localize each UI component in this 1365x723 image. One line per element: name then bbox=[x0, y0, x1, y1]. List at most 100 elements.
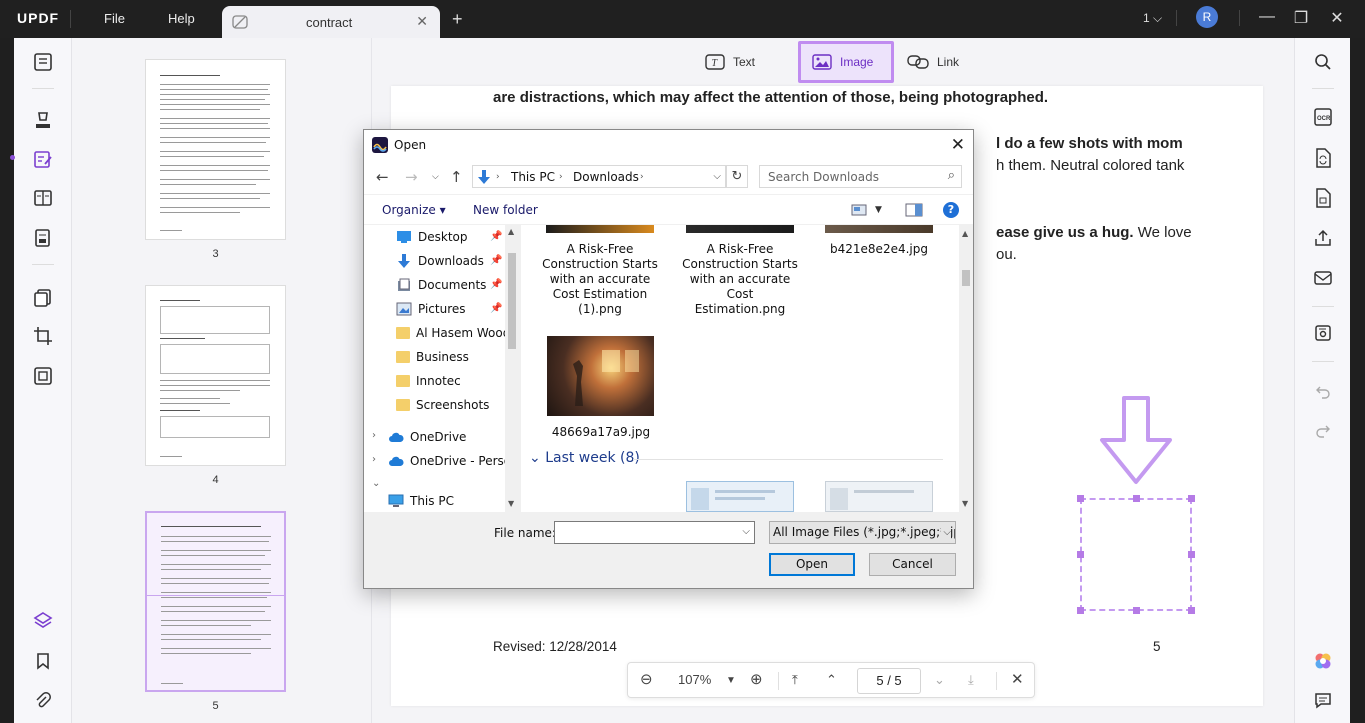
restore-icon[interactable]: ❐ bbox=[1291, 8, 1311, 28]
organize-pages-icon[interactable] bbox=[29, 184, 57, 212]
bookmark-icon[interactable] bbox=[29, 647, 57, 675]
nav-scrollbar[interactable]: ▲ ▼ bbox=[505, 225, 519, 512]
resize-handle[interactable] bbox=[1077, 551, 1084, 558]
resize-handle[interactable] bbox=[1188, 495, 1195, 502]
avatar[interactable]: R bbox=[1196, 6, 1218, 28]
file-item[interactable]: 48669a17a9.jpg bbox=[541, 425, 661, 440]
nav-item-documents[interactable]: Documents bbox=[396, 274, 486, 296]
document-tab[interactable]: contract ✕ bbox=[222, 6, 440, 38]
zoom-level[interactable]: 107% bbox=[678, 672, 711, 687]
nav-item-onedrive-personal[interactable]: OneDrive - Persor bbox=[388, 450, 516, 472]
zoom-in-icon[interactable]: ⊕ bbox=[750, 670, 763, 688]
view-options-icon[interactable] bbox=[851, 204, 867, 216]
group-header-last-week[interactable]: ⌄ Last week (8) bbox=[529, 450, 640, 466]
ocr-icon[interactable]: OCR bbox=[1311, 105, 1335, 129]
save-icon[interactable] bbox=[1311, 321, 1335, 345]
expand-chevron-icon[interactable]: › bbox=[372, 430, 376, 441]
first-page-icon[interactable]: ⤒ bbox=[792, 672, 798, 688]
page-thumbnail-5[interactable] bbox=[145, 511, 286, 692]
minimize-icon[interactable]: — bbox=[1257, 8, 1277, 26]
nav-item-folder[interactable]: Screenshots bbox=[396, 394, 489, 416]
chat-icon[interactable] bbox=[1311, 688, 1335, 712]
expand-chevron-icon[interactable]: › bbox=[372, 454, 376, 465]
page-tools-icon[interactable] bbox=[29, 284, 57, 312]
forward-icon[interactable]: → bbox=[405, 168, 418, 186]
resize-handle[interactable] bbox=[1077, 607, 1084, 614]
open-button[interactable]: Open bbox=[769, 553, 855, 576]
file-thumbnail[interactable] bbox=[546, 225, 654, 233]
breadcrumb-downloads[interactable]: Downloads bbox=[573, 170, 639, 184]
page-thumbnail-3[interactable] bbox=[145, 59, 286, 240]
page-thumbnail-4[interactable] bbox=[145, 285, 286, 466]
reader-mode-icon[interactable] bbox=[29, 48, 57, 76]
help-icon[interactable]: ? bbox=[943, 202, 959, 218]
zoom-dropdown-icon[interactable]: ▼ bbox=[726, 675, 736, 686]
last-page-icon[interactable]: ⤓ bbox=[968, 672, 974, 688]
protect-icon[interactable] bbox=[1311, 186, 1335, 210]
add-text-button[interactable]: T Text bbox=[705, 49, 755, 75]
file-list-scrollbar-thumb[interactable] bbox=[962, 270, 970, 286]
search-icon[interactable] bbox=[1311, 50, 1335, 74]
nav-item-pictures[interactable]: Pictures bbox=[396, 298, 466, 320]
address-bar[interactable]: › This PC › Downloads › ⌵ bbox=[472, 165, 726, 188]
view-dropdown-icon[interactable]: ▼ bbox=[875, 205, 882, 215]
resize-handle[interactable] bbox=[1188, 607, 1195, 614]
edit-pdf-icon[interactable] bbox=[29, 145, 57, 173]
undo-icon[interactable] bbox=[1311, 380, 1335, 404]
nav-item-desktop[interactable]: Desktop bbox=[396, 226, 468, 248]
recent-locations-icon[interactable]: ⌵ bbox=[432, 172, 439, 182]
address-dropdown-icon[interactable]: ⌵ bbox=[713, 171, 721, 182]
window-close-icon[interactable]: ✕ bbox=[1327, 8, 1347, 28]
back-icon[interactable]: ← bbox=[376, 168, 389, 186]
file-thumbnail[interactable] bbox=[547, 336, 654, 416]
collapse-chevron-icon[interactable]: ⌄ bbox=[372, 478, 380, 489]
previous-page-icon[interactable]: ⌃ bbox=[826, 672, 837, 688]
tab-close-icon[interactable]: ✕ bbox=[416, 13, 428, 30]
nav-item-onedrive[interactable]: OneDrive bbox=[388, 426, 466, 448]
zoom-out-icon[interactable]: ⊖ bbox=[640, 670, 653, 688]
nav-item-folder[interactable]: Al Hasem Wood bbox=[396, 322, 510, 344]
resize-handle[interactable] bbox=[1133, 495, 1140, 502]
file-thumbnail[interactable] bbox=[686, 225, 794, 233]
nav-item-folder[interactable]: Business bbox=[396, 346, 469, 368]
file-type-select[interactable]: All Image Files (*.jpg;*.jpeg;*.jp ⌵ bbox=[769, 521, 956, 544]
attachment-icon[interactable] bbox=[29, 687, 57, 715]
cancel-button[interactable]: Cancel bbox=[869, 553, 956, 576]
watermark-icon[interactable] bbox=[29, 362, 57, 390]
share-icon[interactable] bbox=[1311, 226, 1335, 250]
resize-handle[interactable] bbox=[1077, 495, 1084, 502]
nav-item-this-pc[interactable]: This PC bbox=[388, 490, 454, 512]
file-item[interactable]: A Risk-Free Construction Starts with an … bbox=[540, 242, 660, 317]
form-icon[interactable] bbox=[29, 224, 57, 252]
add-image-button[interactable]: Image bbox=[812, 49, 873, 75]
ai-assistant-icon[interactable] bbox=[1311, 649, 1335, 673]
file-item[interactable]: A Risk-Free Construction Starts with an … bbox=[680, 242, 800, 317]
window-count[interactable]: 1 ⌵ bbox=[1143, 11, 1162, 26]
file-list-scrollbar[interactable]: ▲ ▼ bbox=[959, 225, 973, 512]
search-downloads-input[interactable]: Search Downloads ⌕ bbox=[759, 165, 962, 188]
comment-highlighter-icon[interactable] bbox=[29, 106, 57, 134]
page-input[interactable]: 5 / 5 bbox=[857, 668, 921, 694]
resize-handle[interactable] bbox=[1188, 551, 1195, 558]
new-tab-icon[interactable]: + bbox=[452, 9, 463, 30]
new-folder-button[interactable]: New folder bbox=[473, 203, 538, 217]
file-thumbnail[interactable] bbox=[686, 481, 794, 512]
nav-item-downloads[interactable]: Downloads bbox=[396, 250, 484, 272]
resize-handle[interactable] bbox=[1133, 607, 1140, 614]
email-icon[interactable] bbox=[1311, 266, 1335, 290]
file-thumbnail[interactable] bbox=[825, 481, 933, 512]
organize-button[interactable]: Organize ▾ bbox=[382, 203, 446, 217]
menu-file[interactable]: File bbox=[104, 11, 125, 26]
preview-pane-icon[interactable] bbox=[905, 203, 923, 217]
layers-icon[interactable] bbox=[29, 606, 57, 634]
redo-icon[interactable] bbox=[1311, 419, 1335, 443]
menu-help[interactable]: Help bbox=[168, 11, 195, 26]
close-bar-icon[interactable]: ✕ bbox=[1011, 670, 1024, 688]
crop-icon[interactable] bbox=[29, 322, 57, 350]
up-folder-icon[interactable]: ↑ bbox=[450, 168, 463, 186]
file-item[interactable]: b421e8e2e4.jpg bbox=[819, 242, 939, 257]
nav-scrollbar-thumb[interactable] bbox=[508, 253, 516, 349]
dialog-close-icon[interactable]: ✕ bbox=[951, 135, 965, 155]
nav-item-folder[interactable]: Innotec bbox=[396, 370, 461, 392]
refresh-icon[interactable]: ↻ bbox=[726, 165, 748, 188]
